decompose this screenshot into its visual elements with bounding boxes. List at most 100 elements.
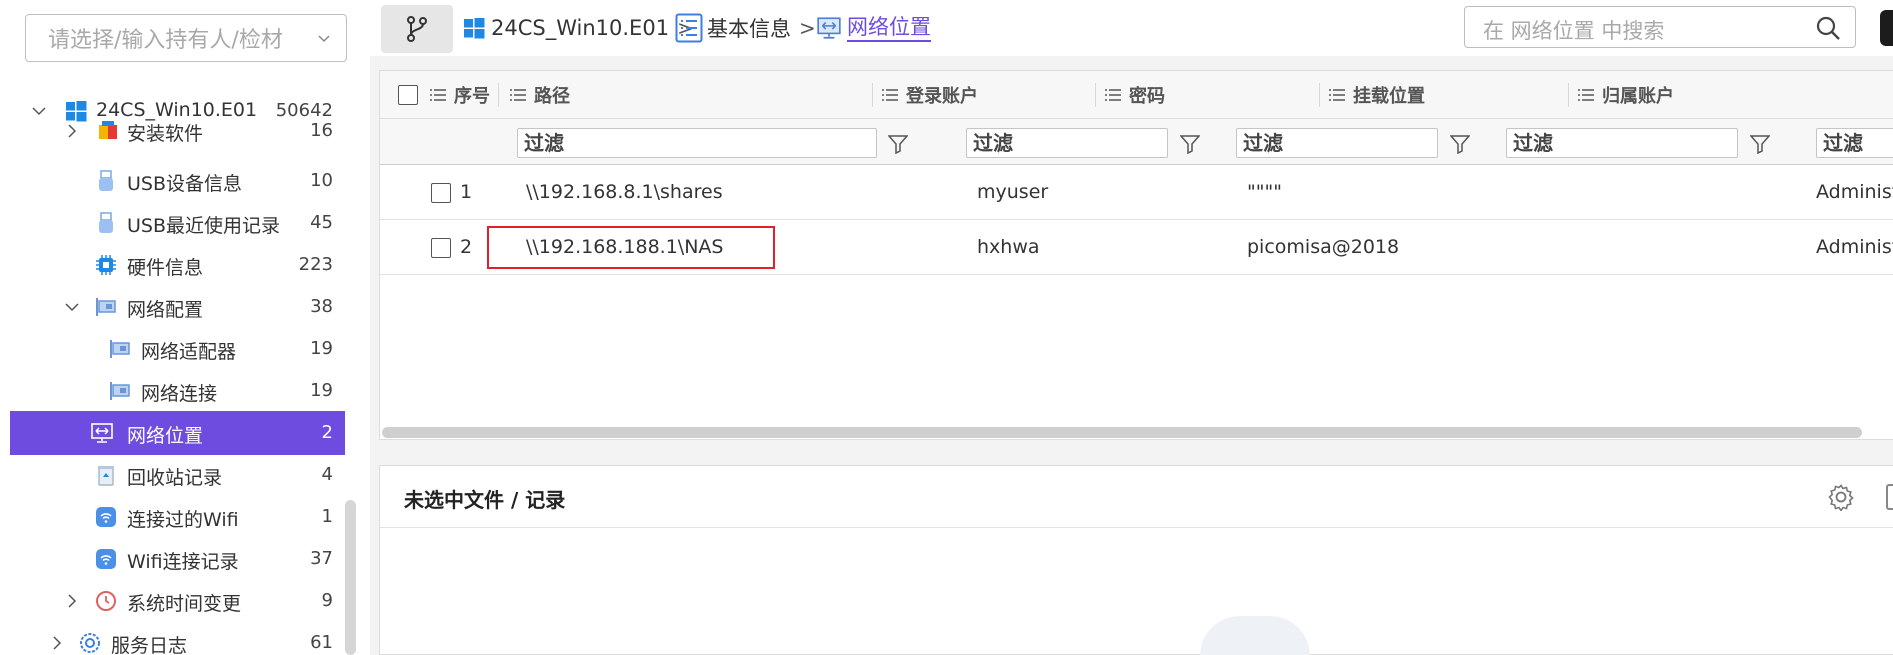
usb-icon bbox=[99, 212, 113, 233]
detail-edge-control[interactable] bbox=[1886, 484, 1893, 510]
list-icon bbox=[675, 13, 703, 43]
table-row[interactable]: 1 \\192.168.8.1\shares myuser """" Admin… bbox=[380, 166, 1893, 220]
column-header-label: 密码 bbox=[1129, 86, 1165, 107]
column-menu-icon bbox=[430, 89, 446, 101]
filter-input-password[interactable]: 过滤 bbox=[1236, 128, 1438, 158]
main-panel: 24CS_Win10.E01 > 基本信息 > 网络位置 在 网络位置 中搜索 … bbox=[370, 0, 1893, 655]
network-location-icon bbox=[91, 423, 113, 443]
tree-item-service-log[interactable]: 服务日志 61 bbox=[10, 622, 345, 655]
column-divider[interactable] bbox=[1568, 83, 1569, 107]
column-menu-icon bbox=[882, 89, 898, 101]
toolbar-edge-control[interactable] bbox=[1880, 10, 1893, 46]
chevron-down-icon bbox=[318, 35, 330, 43]
detail-title: 未选中文件 / 记录 bbox=[404, 488, 566, 512]
column-header-label: 路径 bbox=[534, 86, 570, 107]
branch-button[interactable] bbox=[381, 5, 453, 53]
row-checkbox[interactable] bbox=[431, 183, 451, 203]
breadcrumb-separator: > bbox=[799, 16, 816, 40]
column-divider[interactable] bbox=[872, 83, 873, 107]
column-menu-icon bbox=[1578, 89, 1594, 101]
filter-input-path[interactable]: 过滤 bbox=[517, 128, 877, 158]
tree-item-count: 37 bbox=[310, 548, 333, 569]
column-header-owner[interactable]: 归属账户 bbox=[1578, 71, 1674, 119]
tree-item-hardware[interactable]: 硬件信息 223 bbox=[10, 244, 345, 286]
cell-account: hxhwa bbox=[977, 236, 1040, 258]
tree-item-label: 网络位置 bbox=[127, 425, 204, 447]
tree-item-network-adapter[interactable]: 网络适配器 19 bbox=[10, 328, 345, 370]
service-icon bbox=[80, 633, 100, 653]
tree-item-label: 服务日志 bbox=[111, 635, 188, 655]
tree-item-network-config[interactable]: 网络配置 38 bbox=[10, 286, 345, 328]
cell-owner: Administrator bbox=[1816, 236, 1893, 258]
tree-item-usb-devices[interactable]: USB设备信息 10 bbox=[10, 160, 345, 202]
tree-item-wifi-connected[interactable]: 连接过的Wifi 1 bbox=[10, 496, 345, 538]
tree-item-label: 网络适配器 bbox=[141, 341, 237, 363]
filter-icon[interactable] bbox=[1750, 134, 1770, 154]
filter-input-mount[interactable]: 过滤 bbox=[1506, 128, 1738, 158]
chevron-right-icon[interactable] bbox=[65, 594, 79, 608]
windows-icon bbox=[464, 18, 485, 39]
tree-item-count: 223 bbox=[298, 254, 333, 275]
select-all-checkbox[interactable] bbox=[398, 85, 418, 105]
breadcrumb-item-network-location[interactable]: 网络位置 bbox=[816, 12, 931, 44]
owner-select[interactable]: 请选择/输入持有人/检材 bbox=[25, 14, 347, 62]
highlight-annotation-box bbox=[487, 226, 775, 269]
evidence-tree-panel: 请选择/输入持有人/检材 24CS_Win10.E01 50642 安装软件 1… bbox=[0, 0, 362, 655]
breadcrumb-label: 基本信息 bbox=[707, 17, 791, 41]
breadcrumb-item-evidence[interactable]: 24CS_Win10.E01 > bbox=[462, 12, 694, 44]
filter-input-owner[interactable]: 过滤 bbox=[1816, 128, 1893, 158]
column-divider[interactable] bbox=[1319, 83, 1320, 107]
tree-item-recycle-bin[interactable]: 回收站记录 4 bbox=[10, 454, 345, 496]
filter-input-account[interactable]: 过滤 bbox=[966, 128, 1168, 158]
filter-icon[interactable] bbox=[1180, 134, 1200, 154]
filter-icon[interactable] bbox=[1450, 134, 1470, 154]
horizontal-scrollbar[interactable] bbox=[382, 427, 1862, 438]
tree-item-network-location[interactable]: 网络位置 2 bbox=[10, 411, 345, 455]
tree-item-count: 61 bbox=[310, 632, 333, 653]
tree-item-usb-recent[interactable]: USB最近使用记录 45 bbox=[10, 202, 345, 244]
gear-icon[interactable] bbox=[1827, 483, 1855, 511]
search-input[interactable]: 在 网络位置 中搜索 bbox=[1464, 6, 1856, 48]
tree-item-count: 1 bbox=[321, 506, 333, 527]
filter-row: 过滤 过滤 过滤 过滤 过滤 bbox=[380, 119, 1893, 165]
row-checkbox[interactable] bbox=[431, 238, 451, 258]
owner-select-placeholder: 请选择/输入持有人/检材 bbox=[48, 28, 283, 53]
column-divider[interactable] bbox=[498, 83, 499, 107]
table-header: 序号 路径 登录账户 密码 挂载位置 归属账户 bbox=[380, 71, 1893, 119]
column-header-mount[interactable]: 挂载位置 bbox=[1329, 71, 1425, 119]
column-menu-icon bbox=[1329, 89, 1345, 101]
tree-item-system-time[interactable]: 系统时间变更 9 bbox=[10, 580, 345, 622]
tree-item-installed-software[interactable]: 安装软件 16 bbox=[10, 118, 345, 160]
tree-item-count: 38 bbox=[310, 296, 333, 317]
package-icon bbox=[99, 121, 117, 139]
column-header-label: 序号 bbox=[454, 86, 490, 107]
chevron-right-icon[interactable] bbox=[65, 124, 79, 138]
network-card-icon bbox=[96, 298, 116, 316]
column-header-password[interactable]: 密码 bbox=[1105, 71, 1165, 119]
tree-item-network-connection[interactable]: 网络连接 19 bbox=[10, 370, 345, 412]
tree-item-count: 45 bbox=[310, 212, 333, 233]
column-divider[interactable] bbox=[1095, 83, 1096, 107]
breadcrumb-item-basic-info[interactable]: 基本信息 > bbox=[675, 12, 816, 44]
chevron-down-icon[interactable] bbox=[32, 104, 46, 118]
branch-icon bbox=[407, 16, 427, 42]
chevron-down-icon[interactable] bbox=[65, 300, 79, 314]
column-header-account[interactable]: 登录账户 bbox=[882, 71, 978, 119]
tree-item-label: 回收站记录 bbox=[127, 467, 223, 489]
cell-owner: Administrator bbox=[1816, 181, 1893, 203]
tree-item-label: USB最近使用记录 bbox=[127, 215, 281, 237]
column-header-path[interactable]: 路径 bbox=[510, 71, 570, 119]
tree-item-count: 19 bbox=[310, 380, 333, 401]
tree-item-label: Wifi连接记录 bbox=[127, 551, 239, 573]
filter-icon[interactable] bbox=[888, 134, 908, 154]
chip-icon bbox=[96, 255, 116, 275]
tree-item-wifi-records[interactable]: Wifi连接记录 37 bbox=[10, 538, 345, 580]
sidebar-scrollbar[interactable] bbox=[345, 500, 356, 655]
search-icon[interactable] bbox=[1815, 15, 1841, 41]
column-header-index[interactable]: 序号 bbox=[430, 71, 490, 119]
wifi-icon bbox=[96, 549, 116, 569]
chevron-right-icon[interactable] bbox=[50, 636, 64, 650]
tree-item-label: USB设备信息 bbox=[127, 173, 243, 195]
cell-index: 2 bbox=[460, 236, 473, 258]
tree-item-count: 10 bbox=[310, 170, 333, 191]
